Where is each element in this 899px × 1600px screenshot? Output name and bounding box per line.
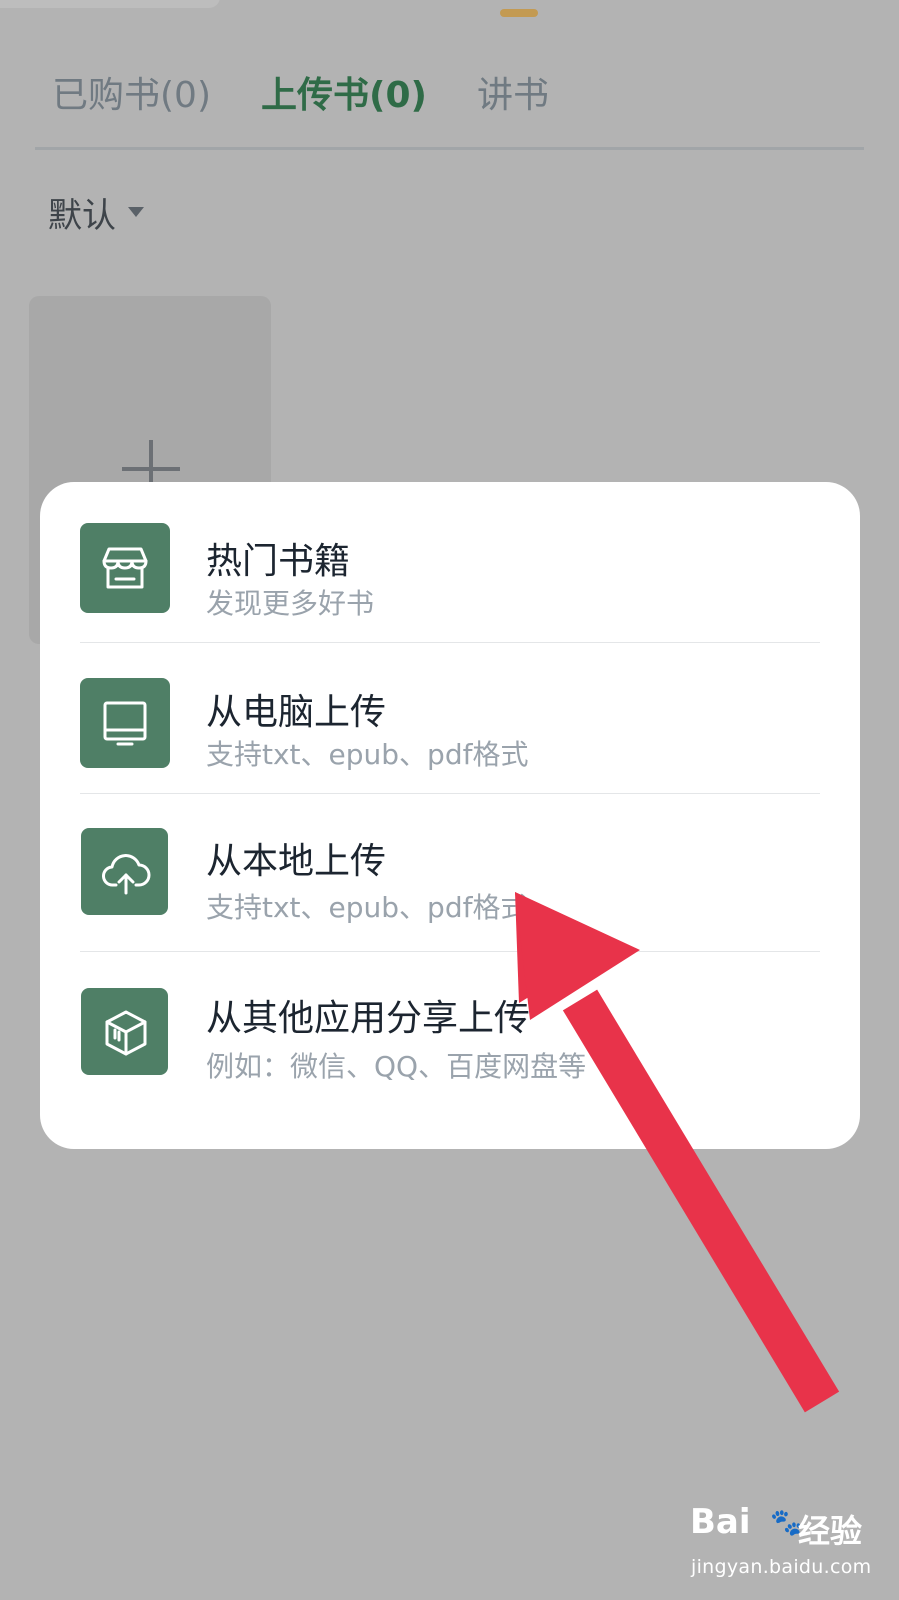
menu-item-subtitle: 支持txt、epub、pdf格式 — [206, 891, 529, 924]
watermark: Bai 🐾 经验 jingyan.baidu.com — [690, 1502, 890, 1592]
menu-item-title: 从其他应用分享上传 — [206, 998, 531, 1039]
menu-item-popular-books[interactable]: 热门书籍 发现更多好书 — [40, 482, 860, 642]
cloud-upload-icon — [81, 828, 168, 915]
menu-item-title: 从本地上传 — [206, 841, 387, 882]
store-icon — [80, 523, 170, 613]
tab-bar: 已购书(0) 上传书(0) 讲书 — [52, 62, 549, 122]
tab-book-talk[interactable]: 讲书 — [477, 66, 549, 118]
tabs-divider — [35, 147, 864, 150]
menu-item-title: 热门书籍 — [206, 541, 351, 582]
menu-item-share-from-other-apps[interactable]: 从其他应用分享上传 例如：微信、QQ、百度网盘等 — [40, 952, 860, 1149]
tab-purchased-books[interactable]: 已购书(0) — [52, 66, 211, 118]
watermark-text: 经验 — [798, 1512, 863, 1550]
menu-item-upload-from-computer[interactable]: 从电脑上传 支持txt、epub、pdf格式 — [40, 643, 860, 793]
menu-item-title: 从电脑上传 — [206, 692, 387, 733]
menu-item-subtitle: 支持txt、epub、pdf格式 — [206, 738, 529, 771]
top-bar-pill — [0, 0, 220, 8]
caret-down-icon — [128, 207, 144, 217]
sort-dropdown[interactable]: 默认 — [48, 187, 144, 237]
drag-handle — [500, 9, 538, 17]
menu-item-subtitle: 例如：微信、QQ、百度网盘等 — [206, 1050, 587, 1083]
monitor-icon — [80, 678, 170, 768]
menu-item-subtitle: 发现更多好书 — [206, 587, 375, 620]
watermark-url: jingyan.baidu.com — [691, 1556, 872, 1578]
sort-label: 默认 — [48, 195, 116, 236]
tab-uploaded-books[interactable]: 上传书(0) — [261, 66, 427, 118]
box-icon — [81, 988, 168, 1075]
menu-item-upload-from-local[interactable]: 从本地上传 支持txt、epub、pdf格式 — [40, 794, 860, 951]
upload-menu-popup: 热门书籍 发现更多好书 从电脑上传 支持txt、epub、pdf格式 从本地上传… — [40, 482, 860, 1149]
watermark-logo: Bai — [690, 1502, 751, 1542]
